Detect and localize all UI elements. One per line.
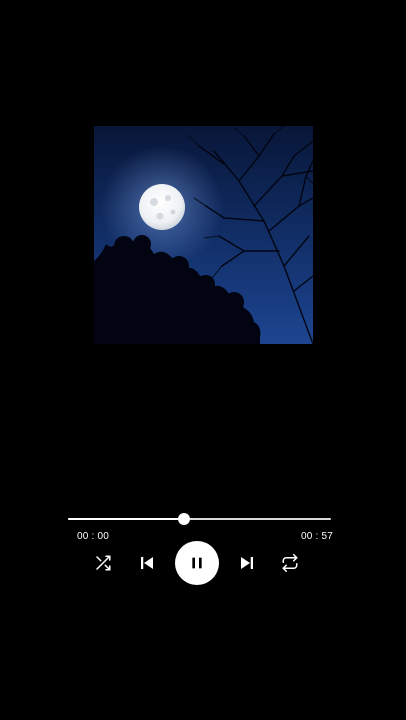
moon-shape bbox=[139, 184, 185, 230]
progress-slider[interactable] bbox=[68, 513, 331, 525]
next-track-button[interactable] bbox=[225, 541, 269, 585]
repeat-icon bbox=[281, 554, 299, 572]
pause-button[interactable] bbox=[175, 541, 219, 585]
progress-fill bbox=[68, 518, 184, 520]
playback-controls bbox=[0, 541, 406, 585]
moon-night-image bbox=[94, 126, 313, 344]
shuffle-button[interactable] bbox=[81, 541, 125, 585]
album-artwork bbox=[94, 126, 313, 344]
skip-previous-icon bbox=[138, 554, 156, 572]
progress-thumb[interactable] bbox=[177, 513, 190, 525]
pause-icon bbox=[189, 555, 205, 571]
repeat-button[interactable] bbox=[268, 541, 312, 585]
previous-track-button[interactable] bbox=[125, 541, 169, 585]
shuffle-icon bbox=[94, 554, 112, 572]
music-player-screen: 00 : 00 00 : 57 bbox=[0, 0, 406, 720]
skip-next-icon bbox=[238, 554, 256, 572]
